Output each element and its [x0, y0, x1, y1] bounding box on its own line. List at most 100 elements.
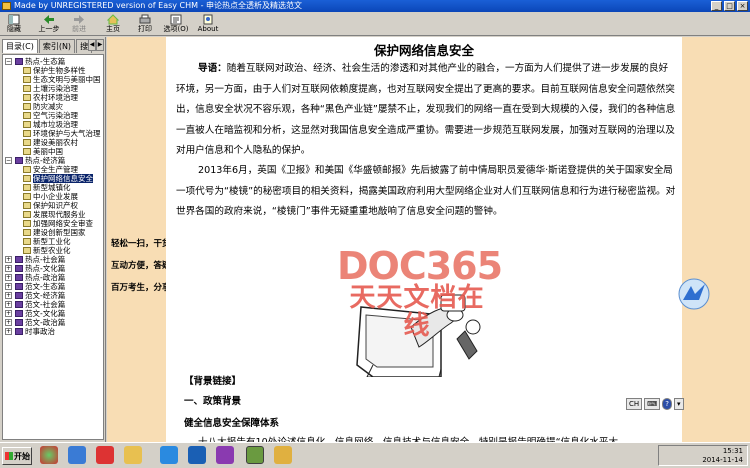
page-icon [23, 67, 31, 74]
intro-text: 随着互联网对政治、经济、社会生活的渗透和对其他产业的融合，一方面为人们提供了进一… [176, 63, 676, 156]
monitor-illustration [356, 294, 481, 377]
toolbar: 隐藏 上一步 前进 主页 打印 选项(O) About [0, 12, 750, 36]
app-red-icon[interactable] [96, 446, 114, 464]
expand-icon[interactable]: + [5, 265, 12, 272]
expand-icon[interactable]: + [5, 310, 12, 317]
book-icon [15, 328, 23, 335]
media-player-icon[interactable] [188, 446, 206, 464]
close-button[interactable]: × [737, 1, 748, 11]
explorer-icon[interactable] [274, 446, 292, 464]
window-controls: _ □ × [711, 1, 748, 11]
windows-logo-icon [5, 452, 13, 460]
tab-contents[interactable]: 目录(C) [2, 39, 38, 53]
tree-item[interactable]: 空气污染治理 [3, 111, 103, 120]
tree-item[interactable]: 美丽中国 [3, 147, 103, 156]
tree-item[interactable]: 土壤污染治理 [3, 84, 103, 93]
archive-icon[interactable] [216, 446, 234, 464]
bird-app-icon[interactable] [68, 446, 86, 464]
clock[interactable]: 15:31 2014-11-14 [702, 447, 743, 465]
tree-item[interactable]: + 热点-政治篇 [3, 273, 103, 282]
page-icon [23, 193, 31, 200]
tree-item[interactable]: + 范文-经济篇 [3, 291, 103, 300]
page-title: 保护网络信息安全 [373, 43, 474, 58]
help-icon[interactable]: ? [662, 398, 672, 410]
tree-item[interactable]: 中小企业发展 [3, 192, 103, 201]
tree-item-label: 中小企业发展 [33, 192, 78, 201]
ie-icon[interactable] [160, 446, 178, 464]
expand-icon[interactable]: + [5, 256, 12, 263]
tree-item-label: 保护知识产权 [33, 201, 78, 210]
tree-item-label: 防灾减灾 [33, 102, 63, 111]
back-button[interactable]: 上一步 [36, 13, 62, 35]
tree-item-label: 城市垃圾治理 [33, 120, 78, 129]
tab-scroll-right-button[interactable]: ▶ [96, 39, 104, 51]
tree-item[interactable]: + 范文-文化篇 [3, 309, 103, 318]
tree-item[interactable]: 新型城镇化 [3, 183, 103, 192]
book-icon [15, 157, 23, 164]
tree-item[interactable]: 农村环境治理 [3, 93, 103, 102]
tree-item[interactable]: 城市垃圾治理 [3, 120, 103, 129]
page-icon [23, 220, 31, 227]
tree-item[interactable]: 建设创新型国家 [3, 228, 103, 237]
expand-icon[interactable]: + [5, 319, 12, 326]
about-button[interactable]: About [196, 13, 220, 35]
tree-item[interactable]: + 热点-社会篇 [3, 255, 103, 264]
page-icon [23, 148, 31, 155]
tree-item[interactable]: 环境保护与大气治理 [3, 129, 103, 138]
tree-item[interactable]: 保护网络信息安全 [3, 174, 103, 183]
forward-button[interactable]: 前进 [68, 13, 90, 35]
tree-item[interactable]: 生态文明与美丽中国 [3, 75, 103, 84]
hide-button[interactable]: 隐藏 [2, 13, 26, 35]
floating-assistant-icon[interactable] [677, 278, 711, 310]
options-button[interactable]: 选项(O) [162, 13, 190, 35]
print-button[interactable]: 打印 [134, 13, 156, 35]
tab-index[interactable]: 索引(N) [38, 39, 76, 53]
hide-icon [8, 14, 20, 25]
app-icon [2, 2, 11, 10]
chm-viewer-icon[interactable] [246, 446, 264, 464]
tree-item[interactable]: 新型农业化 [3, 246, 103, 255]
tree-item[interactable]: 新型工业化 [3, 237, 103, 246]
tree-item-label: 范文-文化篇 [25, 309, 66, 318]
tree-item[interactable]: + 范文-生态篇 [3, 282, 103, 291]
system-tray: 15:31 2014-11-14 [658, 445, 748, 466]
home-button[interactable]: 主页 [102, 13, 124, 35]
tree-item-label: 建设创新型国家 [33, 228, 86, 237]
tree-item[interactable]: + 范文-政治篇 [3, 318, 103, 327]
page-icon [23, 76, 31, 83]
tree-item[interactable]: 建设美丽农村 [3, 138, 103, 147]
folder-icon[interactable] [124, 446, 142, 464]
start-button[interactable]: 开始 [2, 447, 32, 465]
tree-item[interactable]: − 热点-经济篇 [3, 156, 103, 165]
expand-icon[interactable]: + [5, 292, 12, 299]
tree-item[interactable]: 保护生物多样性 [3, 66, 103, 75]
expand-icon[interactable]: + [5, 301, 12, 308]
tree-item[interactable]: + 范文-社会篇 [3, 300, 103, 309]
tree-item[interactable]: 安全生产管理 [3, 165, 103, 174]
tree-item[interactable]: 加强网络安全审查 [3, 219, 103, 228]
minimize-button[interactable]: _ [711, 1, 722, 11]
tree-item[interactable]: 保护知识产权 [3, 201, 103, 210]
tree-item-label: 农村环境治理 [33, 93, 78, 102]
about-icon [203, 14, 213, 25]
chrome-icon[interactable] [40, 446, 58, 464]
collapse-icon[interactable]: − [5, 157, 12, 164]
expand-icon[interactable]: + [5, 328, 12, 335]
ime-keyboard-icon[interactable]: ⌨ [644, 398, 661, 410]
tree-item[interactable]: + 时事政治 [3, 327, 103, 336]
tree-item[interactable]: 发展现代服务业 [3, 210, 103, 219]
expand-icon[interactable]: + [5, 283, 12, 290]
tree-item-label: 土壤污染治理 [33, 84, 78, 93]
tree-item[interactable]: − 热点-生态篇 [3, 57, 103, 66]
ime-lang-button[interactable]: CH [626, 398, 643, 410]
taskbar: 开始 15:31 2014-11-14 [0, 442, 750, 468]
tree-item[interactable]: 防灾减灾 [3, 102, 103, 111]
section-heading: 一、政策背景 [184, 396, 242, 407]
ime-menu-icon[interactable]: ▾ [673, 398, 684, 410]
maximize-button[interactable]: □ [724, 1, 735, 11]
collapse-icon[interactable]: − [5, 58, 12, 65]
tree-item[interactable]: + 热点-文化篇 [3, 264, 103, 273]
window-title: Made by UNREGISTERED version of Easy CHM… [14, 1, 303, 10]
expand-icon[interactable]: + [5, 274, 12, 281]
tab-scroll-left-button[interactable]: ◀ [88, 39, 96, 51]
